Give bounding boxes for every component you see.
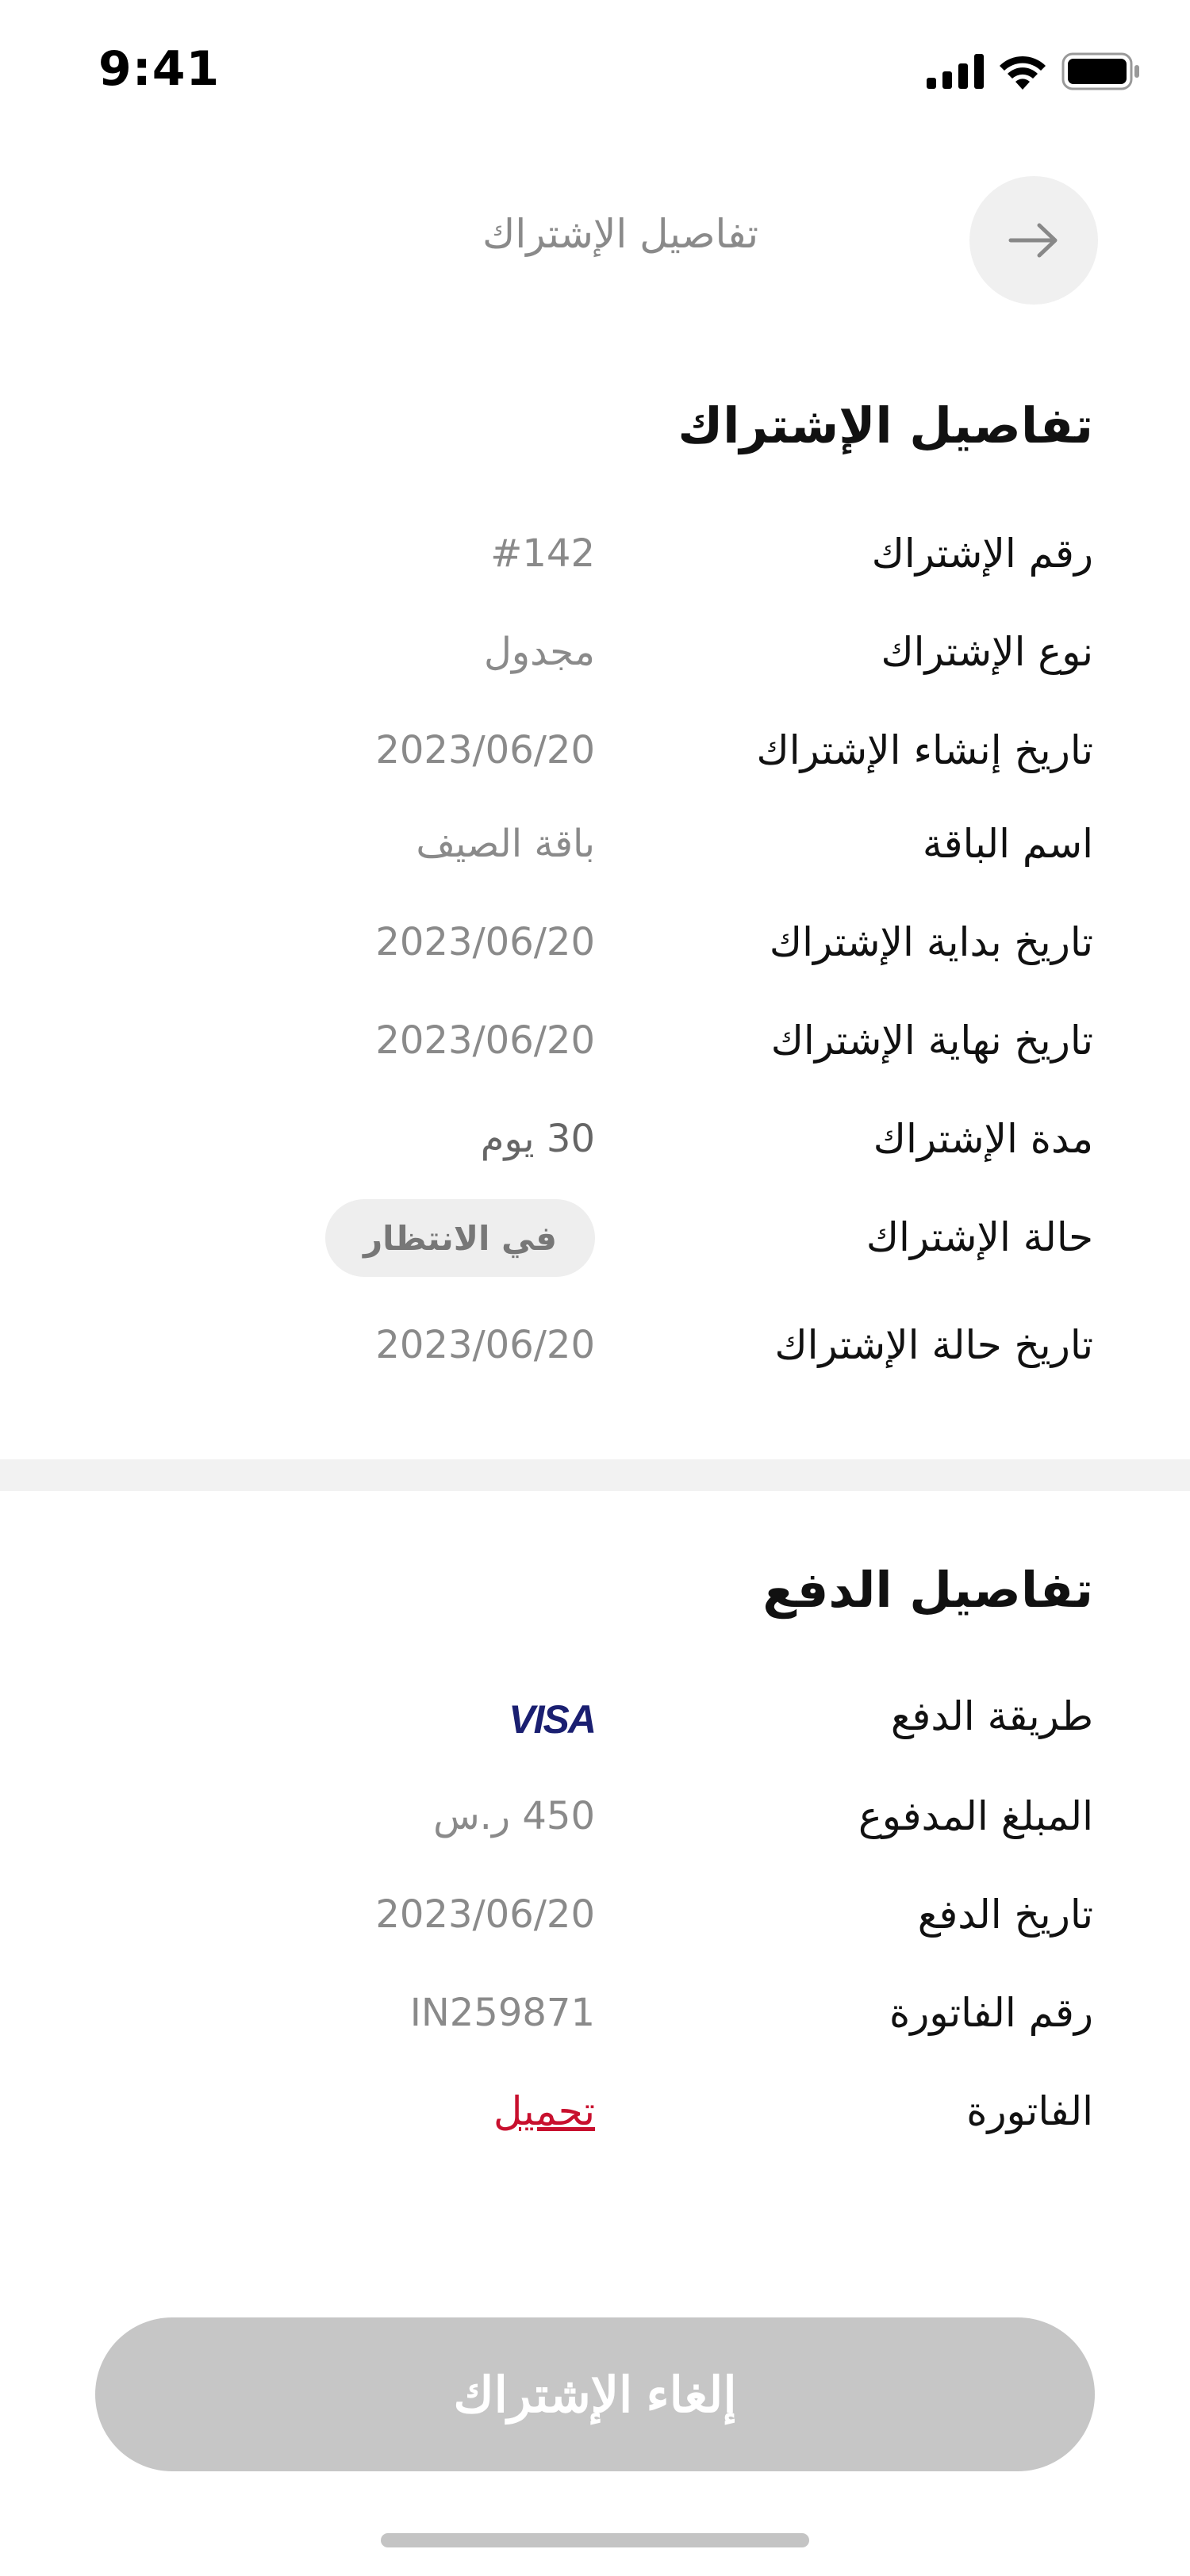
subscription-row-number: رقم الإشتراك #142 xyxy=(97,522,1093,585)
status-time: 9:41 xyxy=(98,41,221,97)
row-value: 2023/06/20 xyxy=(375,1892,595,1937)
subscription-row-start: تاريخ بداية الإشتراك 2023/06/20 xyxy=(97,910,1093,974)
download-invoice-link[interactable]: تحميل xyxy=(493,2080,595,2143)
back-button[interactable] xyxy=(969,176,1098,305)
subscription-row-end: تاريخ نهاية الإشتراك 2023/06/20 xyxy=(97,1009,1093,1072)
subscription-row-type: نوع الإشتراك مجدول xyxy=(97,620,1093,684)
row-label: حالة الإشتراك xyxy=(866,1214,1093,1260)
wifi-icon xyxy=(1000,56,1046,90)
payment-row-date: تاريخ الدفع 2023/06/20 xyxy=(97,1883,1093,1946)
payment-row-invoice: الفاتورة تحميل xyxy=(97,2080,1093,2143)
row-value: #142 xyxy=(490,531,595,576)
row-value: 2023/06/20 xyxy=(375,1018,595,1063)
row-label: تاريخ إنشاء الإشتراك xyxy=(756,727,1093,773)
row-value: باقة الصيف xyxy=(416,822,595,866)
row-label: رقم الفاتورة xyxy=(889,1990,1093,2036)
row-value: 450 ر.س xyxy=(433,1794,595,1838)
row-value: 30 يوم xyxy=(480,1117,595,1161)
row-label: مدة الإشتراك xyxy=(873,1116,1093,1162)
payment-section-title: تفاصيل الدفع xyxy=(762,1561,1093,1619)
visa-logo: VISA xyxy=(509,1697,597,1742)
page-title: تفاصيل الإشتراك xyxy=(482,211,758,257)
payment-row-invoice-number: رقم الفاتورة IN259871 xyxy=(97,1981,1093,2045)
status-bar: 9:41 xyxy=(0,0,1190,143)
cancel-subscription-button[interactable]: إلغاء الإشتراك xyxy=(95,2317,1095,2471)
row-label: اسم الباقة xyxy=(922,821,1093,867)
row-label: رقم الإشتراك xyxy=(871,531,1093,577)
row-label: طريقة الدفع xyxy=(890,1693,1093,1739)
subscription-row-created: تاريخ إنشاء الإشتراك 2023/06/20 xyxy=(97,719,1093,782)
subscription-row-duration: مدة الإشتراك 30 يوم xyxy=(97,1107,1093,1171)
row-value: 2023/06/20 xyxy=(375,920,595,964)
subscription-row-status-date: تاريخ حالة الإشتراك 2023/06/20 xyxy=(97,1313,1093,1377)
row-value: مجدول xyxy=(484,630,595,674)
row-value: 2023/06/20 xyxy=(375,1323,595,1367)
row-value: IN259871 xyxy=(409,1991,595,2035)
subscription-row-package: اسم الباقة باقة الصيف xyxy=(97,812,1093,876)
section-divider xyxy=(0,1459,1190,1491)
row-label: الفاتورة xyxy=(966,2088,1093,2134)
cellular-signal-icon xyxy=(927,54,984,89)
row-value: 2023/06/20 xyxy=(375,728,595,772)
row-label: تاريخ الدفع xyxy=(917,1892,1093,1938)
payment-row-amount: المبلغ المدفوع 450 ر.س xyxy=(97,1784,1093,1848)
battery-icon xyxy=(1061,52,1139,90)
row-label: تاريخ حالة الإشتراك xyxy=(774,1322,1093,1368)
subscription-row-status: حالة الإشتراك في الانتظار xyxy=(97,1199,1093,1277)
payment-row-method: طريقة الدفع VISA xyxy=(97,1685,1093,1748)
status-badge: في الانتظار xyxy=(325,1199,595,1277)
page-header: تفاصيل الإشتراك xyxy=(0,176,1190,305)
row-label: المبلغ المدفوع xyxy=(858,1793,1093,1839)
arrow-right-icon xyxy=(1008,223,1058,258)
row-label: تاريخ بداية الإشتراك xyxy=(769,919,1093,965)
home-indicator xyxy=(381,2533,809,2547)
status-icons xyxy=(927,52,1141,90)
subscription-section-title: تفاصيل الإشتراك xyxy=(678,397,1093,454)
row-label: نوع الإشتراك xyxy=(881,629,1093,675)
row-label: تاريخ نهاية الإشتراك xyxy=(770,1018,1093,1064)
